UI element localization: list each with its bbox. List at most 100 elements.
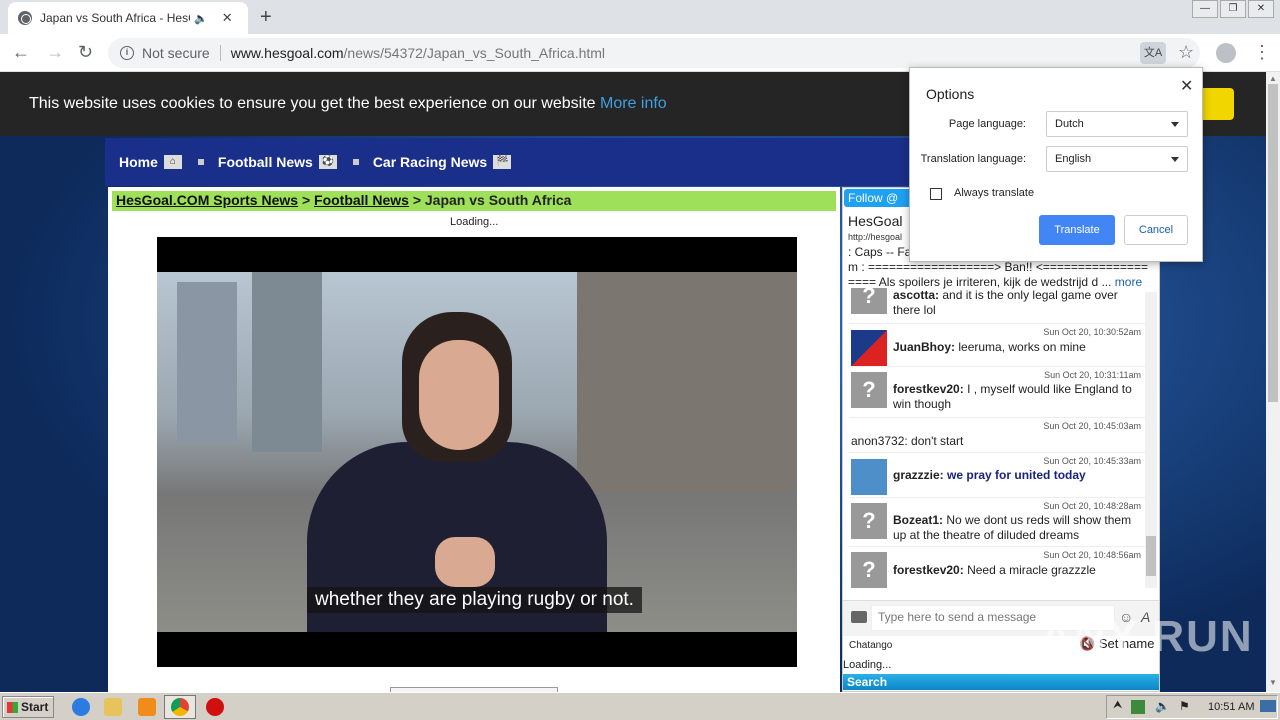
start-button[interactable]: Start bbox=[2, 696, 54, 718]
chat-username[interactable]: forestkev20: bbox=[893, 382, 964, 396]
search-bar[interactable]: Search bbox=[843, 674, 1159, 690]
chat-url[interactable]: http://hesgoal bbox=[848, 232, 902, 242]
camera-icon[interactable] bbox=[851, 611, 867, 623]
translate-icon[interactable]: 文A bbox=[1140, 42, 1166, 64]
forward-icon[interactable]: → bbox=[46, 42, 64, 63]
chrome-taskbar-button[interactable] bbox=[164, 695, 196, 719]
more-info-link[interactable]: More info bbox=[600, 95, 667, 112]
windows-taskbar: Start ⮝ 🔈 ⚑ 10:51 AM bbox=[0, 692, 1280, 720]
video-player[interactable]: whether they are playing rugby or not. bbox=[157, 237, 797, 667]
nav-football-label: Football News bbox=[217, 154, 313, 170]
nav-car-racing-label: Car Racing News bbox=[372, 154, 488, 170]
stop-icon[interactable] bbox=[206, 698, 224, 716]
default-avatar-icon[interactable]: ? bbox=[851, 552, 887, 588]
chat-username[interactable]: ascotta: bbox=[893, 288, 939, 302]
info-icon[interactable]: i bbox=[120, 46, 134, 60]
new-tab-button[interactable]: + bbox=[260, 6, 272, 29]
folder-icon[interactable] bbox=[104, 698, 122, 716]
nav-separator bbox=[352, 159, 359, 165]
chat-message: Sun Oct 20, 10:45:33am grazzzie: we pray… bbox=[849, 454, 1145, 498]
more-link[interactable]: more bbox=[1115, 275, 1142, 289]
breadcrumb-home-link[interactable]: HesGoal.COM Sports News bbox=[116, 192, 298, 208]
nav-home-label: Home bbox=[119, 154, 158, 170]
breadcrumb-football-link[interactable]: Football News bbox=[314, 192, 409, 208]
chat-username[interactable]: grazzzie: bbox=[893, 468, 944, 482]
reload-icon[interactable]: ↻ bbox=[78, 42, 93, 63]
default-avatar-icon[interactable]: ? bbox=[851, 503, 887, 539]
chat-message: ? ascotta: and it is the only legal game… bbox=[849, 288, 1145, 324]
dropdown-arrow-icon bbox=[1171, 122, 1179, 127]
default-avatar-icon[interactable]: ? bbox=[851, 372, 887, 408]
menu-dots-icon[interactable]: ⋮ bbox=[1253, 42, 1271, 63]
popup-title: Options bbox=[926, 86, 975, 102]
default-avatar-icon[interactable]: ? bbox=[851, 288, 887, 314]
bookmark-star-icon[interactable]: ☆ bbox=[1178, 42, 1194, 63]
browser-tab[interactable]: Japan vs South Africa - HesGoal 🔈 ✕ bbox=[8, 2, 248, 34]
maximize-button[interactable]: ❐ bbox=[1220, 0, 1246, 18]
chat-timestamp: Sun Oct 20, 10:48:28am bbox=[1043, 501, 1141, 511]
building bbox=[577, 272, 797, 492]
breadcrumb-current: Japan vs South Africa bbox=[424, 192, 572, 208]
chat-message: Sun Oct 20, 10:48:56am ? forestkev20: Ne… bbox=[849, 548, 1145, 588]
chrome-icon bbox=[171, 698, 189, 716]
breadcrumb-sep: > bbox=[412, 192, 421, 208]
cookie-text: This website uses cookies to ensure you … bbox=[29, 95, 596, 112]
always-translate-label: Always translate bbox=[954, 187, 1035, 199]
nav-separator bbox=[197, 159, 204, 165]
chat-scrollbar[interactable] bbox=[1145, 292, 1157, 588]
media-player-icon[interactable] bbox=[138, 698, 156, 716]
anyrun-watermark: ANY RUN bbox=[1040, 612, 1254, 661]
chat-message: Sun Oct 20, 10:45:03am anon3732: don't s… bbox=[849, 419, 1145, 453]
ie-icon[interactable] bbox=[72, 698, 90, 716]
translate-options-popup: Options ✕ Page language: Dutch Translati… bbox=[909, 67, 1203, 262]
volume-icon[interactable]: 🔈 bbox=[1155, 699, 1170, 713]
address-bar[interactable]: i Not secure www.hesgoal.com /news/54372… bbox=[108, 38, 1200, 68]
show-desktop-icon[interactable] bbox=[1260, 700, 1276, 712]
chat-text: leeruma, works on mine bbox=[958, 340, 1086, 354]
window-controls: — ❐ ✕ bbox=[1190, 0, 1274, 18]
chat-desc-line: m : ==================> Ban!! <=========… bbox=[848, 260, 1148, 274]
translation-language-select[interactable]: English bbox=[1046, 146, 1188, 172]
not-secure-label: Not secure bbox=[142, 45, 210, 61]
back-icon[interactable]: ← bbox=[12, 42, 30, 63]
translate-button[interactable]: Translate bbox=[1039, 215, 1115, 245]
chat-timestamp: Sun Oct 20, 10:45:33am bbox=[1043, 456, 1141, 466]
page-language-select[interactable]: Dutch bbox=[1046, 111, 1188, 137]
chat-text: Need a miracle grazzzle bbox=[967, 563, 1096, 577]
photo-avatar-icon[interactable] bbox=[851, 459, 887, 495]
chat-title: HesGoal bbox=[848, 213, 903, 229]
chat-username[interactable]: Bozeat1: bbox=[893, 513, 943, 527]
close-window-button[interactable]: ✕ bbox=[1248, 0, 1274, 18]
minimize-button[interactable]: — bbox=[1192, 0, 1218, 18]
cancel-button[interactable]: Cancel bbox=[1124, 215, 1188, 245]
chatango-brand[interactable]: Chatango bbox=[849, 640, 892, 651]
scroll-down-icon[interactable]: ▼ bbox=[1269, 678, 1277, 687]
close-tab-icon[interactable]: ✕ bbox=[222, 10, 233, 26]
network-icon[interactable] bbox=[1131, 700, 1145, 714]
interviewee bbox=[307, 312, 607, 632]
nav-car-racing-news[interactable]: Car Racing News 🏁 bbox=[372, 154, 512, 170]
tray-arrow-icon[interactable]: ⮝ bbox=[1113, 699, 1122, 712]
chat-timestamp: Sun Oct 20, 10:48:56am bbox=[1043, 550, 1141, 560]
racing-icon: 🏁 bbox=[493, 155, 512, 169]
url-host: www.hesgoal.com bbox=[230, 45, 344, 61]
flag-icon[interactable]: ⚑ bbox=[1179, 699, 1190, 713]
chat-username[interactable]: forestkev20: bbox=[893, 563, 964, 577]
nav-home[interactable]: Home ⌂ bbox=[119, 154, 182, 170]
flag-avatar-icon[interactable] bbox=[851, 330, 887, 366]
page-scroll-thumb[interactable] bbox=[1268, 84, 1278, 402]
nav-football-news[interactable]: Football News ⚽ bbox=[218, 154, 337, 170]
page-scrollbar[interactable]: ▲ ▼ bbox=[1266, 72, 1280, 692]
chat-timestamp: Sun Oct 20, 10:30:52am bbox=[1043, 327, 1141, 337]
chat-username[interactable]: JuanBhoy: bbox=[893, 340, 955, 354]
translation-language-value: English bbox=[1055, 153, 1092, 165]
profile-avatar-icon[interactable] bbox=[1216, 43, 1236, 63]
globe-icon bbox=[18, 11, 32, 25]
always-translate-checkbox[interactable] bbox=[930, 188, 942, 200]
close-icon[interactable]: ✕ bbox=[1180, 76, 1193, 96]
clock: 10:51 AM bbox=[1208, 701, 1255, 713]
scroll-up-icon[interactable]: ▲ bbox=[1269, 74, 1277, 83]
chat-scroll-thumb[interactable] bbox=[1146, 536, 1156, 576]
page-language-label: Page language: bbox=[948, 118, 1026, 130]
speaker-icon[interactable]: 🔈 bbox=[194, 12, 208, 25]
